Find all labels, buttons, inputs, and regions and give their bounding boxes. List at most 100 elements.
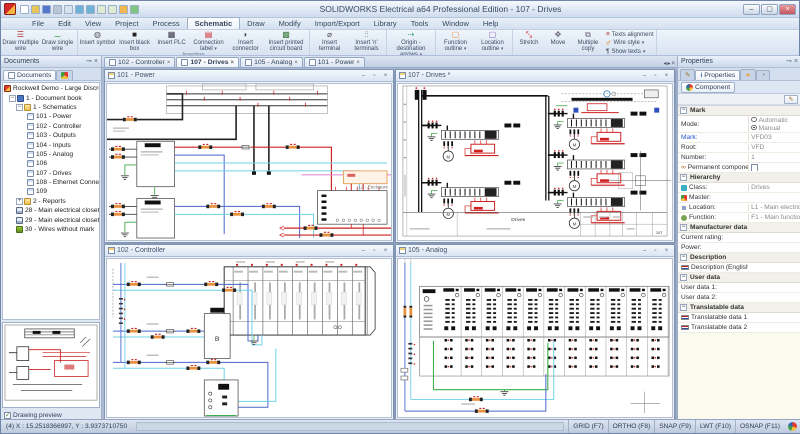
tree-item-101-power[interactable]: 101 - Power xyxy=(3,112,99,121)
menu-project[interactable]: Project xyxy=(108,18,145,29)
function-value[interactable]: F1 - Main function xyxy=(748,214,800,221)
menu-view[interactable]: View xyxy=(78,18,108,29)
tree-item-108-ethernet[interactable]: 108 - Ethernet Connect xyxy=(3,178,99,187)
tree-item-102-controller[interactable]: 102 - Controller xyxy=(3,122,99,131)
window-minimize-icon[interactable]: – xyxy=(640,247,649,255)
window-restore-icon[interactable]: ▫ xyxy=(651,72,660,80)
menu-edit[interactable]: Edit xyxy=(51,18,78,29)
insert-pcb-button[interactable]: ▩ Insert printed circuit board xyxy=(264,30,308,52)
close-icon[interactable]: × xyxy=(94,58,98,66)
tab-documents[interactable]: Documents xyxy=(3,70,56,80)
tree-item-104-inputs[interactable]: 104 - Inputs xyxy=(3,140,99,149)
menu-tools[interactable]: Tools xyxy=(404,18,436,29)
class-value[interactable]: Drives xyxy=(748,184,800,191)
tab-edit[interactable]: ✎ xyxy=(680,69,695,80)
lwt-toggle[interactable]: LWT (F10) xyxy=(695,420,735,433)
drawing-preview-thumbnail[interactable] xyxy=(2,322,100,408)
window-titlebar[interactable]: 105 - Analog – ▫ × xyxy=(396,245,674,257)
window-titlebar[interactable]: 102 - Controller – ▫ × xyxy=(105,245,393,257)
collapse-icon[interactable]: − xyxy=(16,104,23,111)
window-close-icon[interactable]: × xyxy=(662,72,671,80)
minimize-button[interactable]: – xyxy=(743,4,760,15)
collapse-icon[interactable]: − xyxy=(680,224,687,231)
close-icon[interactable]: × xyxy=(794,58,798,66)
window-minimize-icon[interactable]: – xyxy=(359,72,368,80)
schematic-canvas-drives[interactable]: M M M M M xyxy=(397,83,673,241)
collapse-icon[interactable]: − xyxy=(680,107,687,114)
snap-toggle[interactable]: SNAP (F9) xyxy=(654,420,695,433)
pin-icon[interactable]: ⊸ xyxy=(786,58,792,66)
insert-terminal-button[interactable]: ⌀ Insert terminal xyxy=(311,30,348,52)
window-titlebar[interactable]: 107 - Drives * – ▫ × xyxy=(396,70,674,82)
section-description[interactable]: −Description xyxy=(678,253,800,263)
tab-history[interactable]: ◔ xyxy=(756,70,770,80)
insert-symbol-button[interactable]: ◍ Insert symbol xyxy=(79,30,116,52)
component-button[interactable]: Component xyxy=(681,82,735,93)
window-close-icon[interactable]: × xyxy=(662,247,671,255)
tree-item-document-book[interactable]: − 1 - Document book xyxy=(3,93,99,102)
menu-file[interactable]: File xyxy=(25,18,51,29)
collapse-icon[interactable]: − xyxy=(680,174,687,181)
close-tab-icon[interactable]: × xyxy=(356,60,360,66)
section-manufacturer[interactable]: −Manufacturer data xyxy=(678,223,800,233)
insert-n-terminals-button[interactable]: ⫶⫶ Insert 'n' terminals xyxy=(348,30,385,52)
insert-connector-button[interactable]: ◗ Insert connector xyxy=(227,30,264,52)
refresh-icon[interactable] xyxy=(130,5,139,14)
move-button[interactable]: ✥ Move xyxy=(544,30,572,56)
tree-item-107-drives[interactable]: 107 - Drives xyxy=(3,169,99,178)
show-texts-button[interactable]: ¶ Show texts▾ xyxy=(606,48,653,55)
mode-value[interactable]: Automatic Manual xyxy=(748,116,800,132)
close-tab-icon[interactable]: × xyxy=(294,60,298,66)
insert-plc-button[interactable]: ▦ Insert PLC xyxy=(153,30,190,52)
edit-mark-button[interactable]: ✎ xyxy=(784,95,798,104)
window-minimize-icon[interactable]: – xyxy=(359,247,368,255)
scroll-tabs-left-icon[interactable]: ◂ xyxy=(663,60,666,67)
wire-style-button[interactable]: ✐ Wire style▾ xyxy=(606,39,653,47)
tree-item-schematics[interactable]: − 1 - Schematics xyxy=(3,103,99,112)
tree-item-105-analog[interactable]: 105 - Analog xyxy=(3,150,99,159)
scroll-tabs-right-icon[interactable]: ▸ xyxy=(667,60,670,67)
insert-black-box-button[interactable]: ■ Insert black box xyxy=(116,30,153,52)
osnap-toggle[interactable]: OSNAP (F11) xyxy=(735,420,784,433)
tab-symbols[interactable] xyxy=(56,70,73,80)
pan-icon[interactable] xyxy=(119,5,128,14)
doc-tab-105-analog[interactable]: 105 - Analog× xyxy=(240,57,303,67)
stretch-button[interactable]: ⤡ Stretch xyxy=(514,30,544,56)
schematic-canvas-analog[interactable] xyxy=(397,258,673,418)
menu-help[interactable]: Help xyxy=(476,18,505,29)
pin-icon[interactable]: ⊸ xyxy=(86,58,92,66)
window-close-icon[interactable]: × xyxy=(381,247,390,255)
menu-process[interactable]: Process xyxy=(146,18,187,29)
location-outline-button[interactable]: ▢ Location outline ▾ xyxy=(474,30,511,52)
close-document-icon[interactable]: × xyxy=(671,61,675,67)
collapse-icon[interactable]: − xyxy=(680,254,687,261)
checkbox-checked-icon[interactable]: ✓ xyxy=(4,412,11,419)
draw-single-wire-button[interactable]: ⚊ Draw single wire xyxy=(39,30,76,52)
window-titlebar[interactable]: 101 - Power – ▫ × xyxy=(105,70,393,82)
root-value[interactable]: VFD xyxy=(748,144,800,151)
menu-modify[interactable]: Modify xyxy=(272,18,308,29)
tree-item-28-closet[interactable]: 28 - Main electrical closet xyxy=(3,206,99,215)
tree-item-109[interactable]: 109 xyxy=(3,187,99,196)
location-value[interactable]: L1 - Main electrical closet xyxy=(748,204,800,211)
section-hierarchy[interactable]: −Hierarchy xyxy=(678,173,800,183)
open-icon[interactable] xyxy=(31,5,40,14)
print-icon[interactable] xyxy=(53,5,62,14)
zoom-window-icon[interactable] xyxy=(97,5,106,14)
close-tab-icon[interactable]: × xyxy=(167,60,171,66)
multiple-copy-button[interactable]: ⧉ Multiple copy xyxy=(572,30,604,56)
window-restore-icon[interactable]: ▫ xyxy=(651,247,660,255)
draw-multiple-wire-button[interactable]: ☰ Draw multiple wire xyxy=(2,30,39,52)
zoom-fit-icon[interactable] xyxy=(108,5,117,14)
menu-window[interactable]: Window xyxy=(435,18,476,29)
window-restore-icon[interactable]: ▫ xyxy=(370,247,379,255)
undo-icon[interactable] xyxy=(75,5,84,14)
menu-library[interactable]: Library xyxy=(367,18,404,29)
radio-automatic[interactable] xyxy=(751,117,757,123)
print-preview-icon[interactable] xyxy=(64,5,73,14)
menu-import-export[interactable]: Import/Export xyxy=(308,18,367,29)
origin-destination-arrows-button[interactable]: ⇢ Origin - destination arrows ▾ xyxy=(388,30,434,56)
tree-item-103-outputs[interactable]: 103 - Outputs xyxy=(3,131,99,140)
connection-label-button[interactable]: ▤ Connection label ▾ xyxy=(190,30,227,52)
mark-value[interactable]: VFD03 xyxy=(748,134,800,141)
